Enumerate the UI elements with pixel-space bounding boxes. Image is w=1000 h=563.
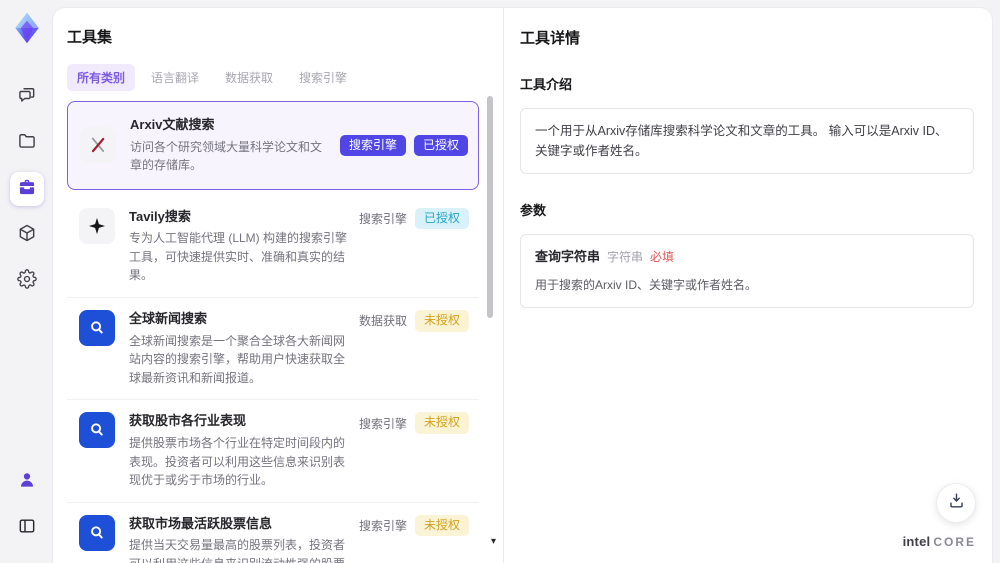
list-scrollbar-thumb[interactable] bbox=[487, 96, 493, 318]
scroll-down-arrow-icon[interactable]: ▾ bbox=[491, 536, 496, 547]
param-box: 查询字符串 字符串 必填 用于搜索的Arxiv ID、关键字或作者姓名。 bbox=[520, 234, 974, 308]
stock-search-icon bbox=[79, 514, 115, 551]
app-logo-icon bbox=[9, 10, 45, 46]
tool-card-global-news[interactable]: 全球新闻搜索 全球新闻搜索是一个聚合全球各大新闻网站内容的搜索引擎，帮助用户快速… bbox=[67, 298, 479, 401]
tool-name: 获取市场最活跃股票信息 bbox=[129, 515, 273, 531]
stock-search-icon bbox=[79, 412, 115, 449]
tab-data-fetching[interactable]: 数据获取 bbox=[215, 64, 283, 91]
auth-status-badge: 未授权 bbox=[414, 310, 469, 332]
download-icon bbox=[947, 491, 966, 515]
sidebar-item-tools[interactable] bbox=[9, 172, 44, 206]
chat-icon bbox=[17, 85, 37, 110]
category-tabs: 所有类别 语言翻译 数据获取 搜索引擎 bbox=[67, 64, 479, 91]
param-description: 用于搜索的Arxiv ID、关键字或作者姓名。 bbox=[535, 277, 758, 292]
category-label: 搜索引擎 bbox=[358, 416, 407, 431]
tool-card-active-stocks[interactable]: 获取市场最活跃股票信息 提供当天交易量最高的股票列表，投资者可以利用这些信息来识… bbox=[67, 502, 479, 563]
tool-name: 获取股市各行业表现 bbox=[129, 413, 247, 429]
tool-name: 全球新闻搜索 bbox=[129, 311, 208, 327]
tool-card-arxiv[interactable]: Arxiv文献搜索 访问各个研究领域大量科学论文和文章的存储库。 搜索引擎 已授… bbox=[67, 101, 479, 190]
param-name: 查询字符串 bbox=[535, 249, 601, 264]
param-required-flag: 必填 bbox=[650, 250, 675, 264]
news-search-icon bbox=[79, 310, 115, 347]
intro-section-header: 工具介绍 bbox=[520, 77, 573, 92]
auth-status-badge: 未授权 bbox=[414, 412, 469, 434]
sidebar-item-packages[interactable] bbox=[10, 218, 44, 252]
tool-description: 提供当天交易量最高的股票列表，投资者可以利用这些信息来识别流动性强的股票和潜在的… bbox=[129, 538, 346, 563]
tab-all-categories[interactable]: 所有类别 bbox=[67, 64, 136, 91]
cube-icon bbox=[17, 223, 37, 248]
sidebar-item-chat[interactable] bbox=[10, 80, 44, 114]
user-icon bbox=[17, 470, 37, 495]
tool-list-pane: 工具集 所有类别 语言翻译 数据获取 搜索引擎 Arxiv文献搜索 访问各个研究… bbox=[53, 8, 503, 563]
brand-core-text: core bbox=[933, 535, 976, 549]
brand-intel-text: intel bbox=[902, 534, 931, 549]
tool-description: 提供股票市场各个行业在特定时间段内的表现。投资者可以利用这些信息来识别表现优于或… bbox=[129, 435, 346, 488]
tool-list: Arxiv文献搜索 访问各个研究领域大量科学论文和文章的存储库。 搜索引擎 已授… bbox=[67, 101, 479, 563]
sidebar-item-panel-toggle[interactable] bbox=[10, 511, 44, 545]
intro-text: 一个用于从Arxiv存储库搜索科学论文和文章的工具。 输入可以是Arxiv ID… bbox=[535, 124, 948, 158]
sparkle-icon bbox=[79, 207, 115, 244]
tab-language-translation[interactable]: 语言翻译 bbox=[141, 64, 209, 91]
tool-name: Arxiv文献搜索 bbox=[130, 117, 215, 132]
params-section-header: 参数 bbox=[520, 203, 547, 218]
toolbox-icon bbox=[17, 177, 37, 202]
sidebar-item-settings[interactable] bbox=[10, 264, 44, 298]
intel-core-logo: intel core bbox=[903, 534, 976, 549]
intro-box: 一个用于从Arxiv存储库搜索科学论文和文章的工具。 输入可以是Arxiv ID… bbox=[520, 108, 974, 174]
auth-status-badge: 已授权 bbox=[414, 207, 469, 230]
download-button[interactable] bbox=[936, 483, 976, 523]
param-type: 字符串 bbox=[607, 250, 644, 264]
auth-status-badge: 未授权 bbox=[414, 514, 469, 537]
auth-status-badge: 已授权 bbox=[413, 134, 468, 157]
page-title: 工具集 bbox=[67, 29, 113, 46]
panel-layout-icon bbox=[17, 516, 37, 541]
gear-icon bbox=[16, 268, 37, 294]
category-label: 搜索引擎 bbox=[358, 519, 407, 534]
tool-description: 专为人工智能代理 (LLM) 构建的搜索引擎工具，可快速提供实时、准确和真实的结… bbox=[129, 231, 348, 283]
category-label: 搜索引擎 bbox=[358, 212, 407, 227]
tool-card-sector-performance[interactable]: 获取股市各行业表现 提供股票市场各个行业在特定时间段内的表现。投资者可以利用这些… bbox=[67, 400, 479, 503]
tool-description: 全球新闻搜索是一个聚合全球各大新闻网站内容的搜索引擎，帮助用户快速获取全球最新资… bbox=[129, 333, 346, 385]
content-shell: 工具集 所有类别 语言翻译 数据获取 搜索引擎 Arxiv文献搜索 访问各个研究… bbox=[53, 8, 992, 563]
folder-icon bbox=[17, 131, 37, 156]
detail-title: 工具详情 bbox=[520, 30, 581, 47]
tool-name: Tavily搜索 bbox=[129, 208, 191, 224]
tool-description: 访问各个研究领域大量科学论文和文章的存储库。 bbox=[130, 139, 323, 173]
category-label: 数据获取 bbox=[358, 314, 407, 329]
sidebar-item-files[interactable] bbox=[10, 126, 44, 160]
tool-detail-pane: 工具详情 工具介绍 一个用于从Arxiv存储库搜索科学论文和文章的工具。 输入可… bbox=[503, 8, 992, 563]
sidebar-item-account[interactable] bbox=[10, 465, 44, 499]
category-badge: 搜索引擎 bbox=[339, 134, 406, 157]
app-sidebar bbox=[0, 0, 53, 563]
arxiv-icon bbox=[80, 127, 116, 164]
tab-search-engine[interactable]: 搜索引擎 bbox=[289, 64, 357, 91]
tool-card-tavily[interactable]: Tavily搜索 专为人工智能代理 (LLM) 构建的搜索引擎工具，可快速提供实… bbox=[67, 195, 479, 299]
